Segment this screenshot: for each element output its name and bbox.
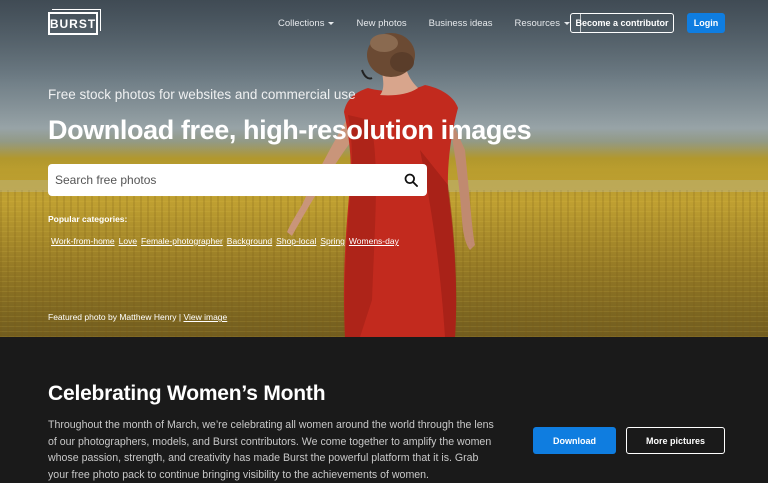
category-link-female-photographer[interactable]: Female-photographer	[141, 236, 223, 246]
nav-resources[interactable]: Resources	[515, 18, 570, 29]
become-contributor-button[interactable]: Become a contributor	[570, 13, 674, 33]
nav-new-photos[interactable]: New photos	[356, 18, 406, 29]
more-pictures-button[interactable]: More pictures	[626, 427, 725, 454]
search-bar	[48, 164, 427, 196]
search-input[interactable]	[48, 164, 395, 196]
search-icon[interactable]	[395, 164, 427, 196]
category-link-womens-day[interactable]: Womens-day	[349, 236, 399, 246]
nav-business-ideas[interactable]: Business ideas	[429, 18, 493, 29]
category-link-shop-local[interactable]: Shop-local	[276, 236, 316, 246]
hero-headline: Download free, high-resolution images	[48, 115, 532, 145]
top-nav: Collections New photos Business ideas Re…	[278, 13, 591, 33]
login-button[interactable]: Login	[687, 13, 725, 33]
download-button[interactable]: Download	[533, 427, 616, 454]
category-links: Work-from-home Love Female-photographer …	[51, 236, 403, 246]
nav-business-ideas-label: Business ideas	[428, 17, 493, 29]
view-image-link[interactable]: View image	[183, 312, 227, 322]
section-title: Celebrating Women’s Month	[48, 382, 326, 405]
category-link-love[interactable]: Love	[119, 236, 137, 246]
category-link-work-from-home[interactable]: Work-from-home	[51, 236, 115, 246]
chevron-down-icon	[328, 21, 335, 25]
section-description: Throughout the month of March, we’re cel…	[48, 419, 494, 481]
featured-photo-credit-text: Featured photo by Matthew Henry |	[48, 312, 182, 322]
logo-text: BURST	[49, 16, 97, 31]
hero-tagline: Free stock photos for websites and comme…	[48, 87, 356, 102]
category-link-spring[interactable]: Spring	[320, 236, 345, 246]
nav-collections[interactable]: Collections	[278, 17, 335, 29]
burst-logo[interactable]: BURST	[48, 9, 101, 35]
nav-resources-label: Resources	[514, 17, 560, 29]
category-link-background[interactable]: Background	[227, 236, 272, 246]
nav-new-photos-label: New photos	[356, 17, 407, 29]
womens-month-section: Celebrating Women’s Month Throughout the…	[0, 337, 768, 483]
featured-photo-credit: Featured photo by Matthew Henry | View i…	[48, 312, 227, 322]
nav-collections-label: Collections	[278, 17, 325, 29]
popular-categories-label: Popular categories:	[48, 214, 128, 224]
